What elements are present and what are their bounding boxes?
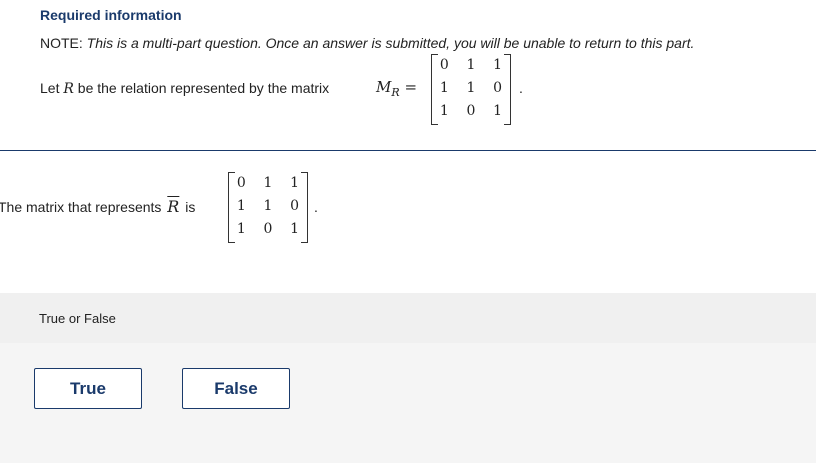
equals-sign: = — [404, 78, 418, 96]
matrix-cell: 0 — [466, 103, 476, 119]
matrix-row: 0 1 1 — [431, 54, 511, 77]
relation-period: . — [519, 80, 523, 96]
matrix-name: M — [376, 78, 392, 96]
matrix-cell: 1 — [236, 198, 246, 214]
matrix-subscript: R — [391, 86, 400, 99]
matrix-left-bracket — [431, 54, 438, 125]
matrix-row: 0 1 1 — [228, 172, 308, 195]
answer-type-band — [0, 293, 816, 343]
note-text: NOTE: This is a multi-part question. Onc… — [40, 35, 694, 51]
note-body: This is a multi-part question. Once an a… — [86, 35, 695, 51]
matrix-row: 1 1 0 — [431, 77, 511, 100]
matrix-cell: 0 — [263, 221, 273, 237]
relation-text-before: Let — [40, 80, 60, 96]
matrix-cell: 0 — [439, 57, 449, 73]
matrix-cell: 0 — [236, 175, 246, 191]
note-label: NOTE: — [40, 35, 83, 51]
matrix-cell: 1 — [439, 80, 449, 96]
relation-text-after: be the relation represented by the matri… — [77, 80, 330, 96]
matrix-cell: 1 — [466, 57, 476, 73]
matrix-label-MR: MR = — [376, 78, 417, 99]
matrix-cell: 1 — [263, 198, 273, 214]
matrix-row: 1 0 1 — [431, 100, 511, 123]
matrix-row: 1 0 1 — [228, 218, 308, 241]
question-period: . — [314, 199, 318, 215]
matrix-cell: 1 — [236, 221, 246, 237]
question-matrix: 0 1 1 1 1 0 1 0 1 — [228, 172, 308, 243]
matrix-left-bracket — [228, 172, 235, 243]
false-button[interactable]: False — [182, 368, 290, 409]
question-text-after: is — [185, 199, 196, 215]
matrix-cell: 1 — [439, 103, 449, 119]
matrix-cell: 1 — [263, 175, 273, 191]
section-divider — [0, 150, 816, 151]
matrix-row: 1 1 0 — [228, 195, 308, 218]
required-information-title: Required information — [40, 7, 182, 23]
matrix-right-bracket — [301, 172, 308, 243]
question-text-before: The matrix that represents — [0, 199, 162, 215]
matrix-cell: 1 — [466, 80, 476, 96]
matrix-right-bracket — [504, 54, 511, 125]
answer-type-label: True or False — [39, 311, 116, 326]
true-button[interactable]: True — [34, 368, 142, 409]
relation-variable: R — [63, 81, 74, 97]
relation-matrix: 0 1 1 1 1 0 1 0 1 — [431, 54, 511, 125]
relation-statement: Let R be the relation represented by the… — [40, 80, 329, 97]
question-statement: The matrix that represents R is — [0, 197, 195, 216]
complement-variable: R — [167, 197, 180, 216]
